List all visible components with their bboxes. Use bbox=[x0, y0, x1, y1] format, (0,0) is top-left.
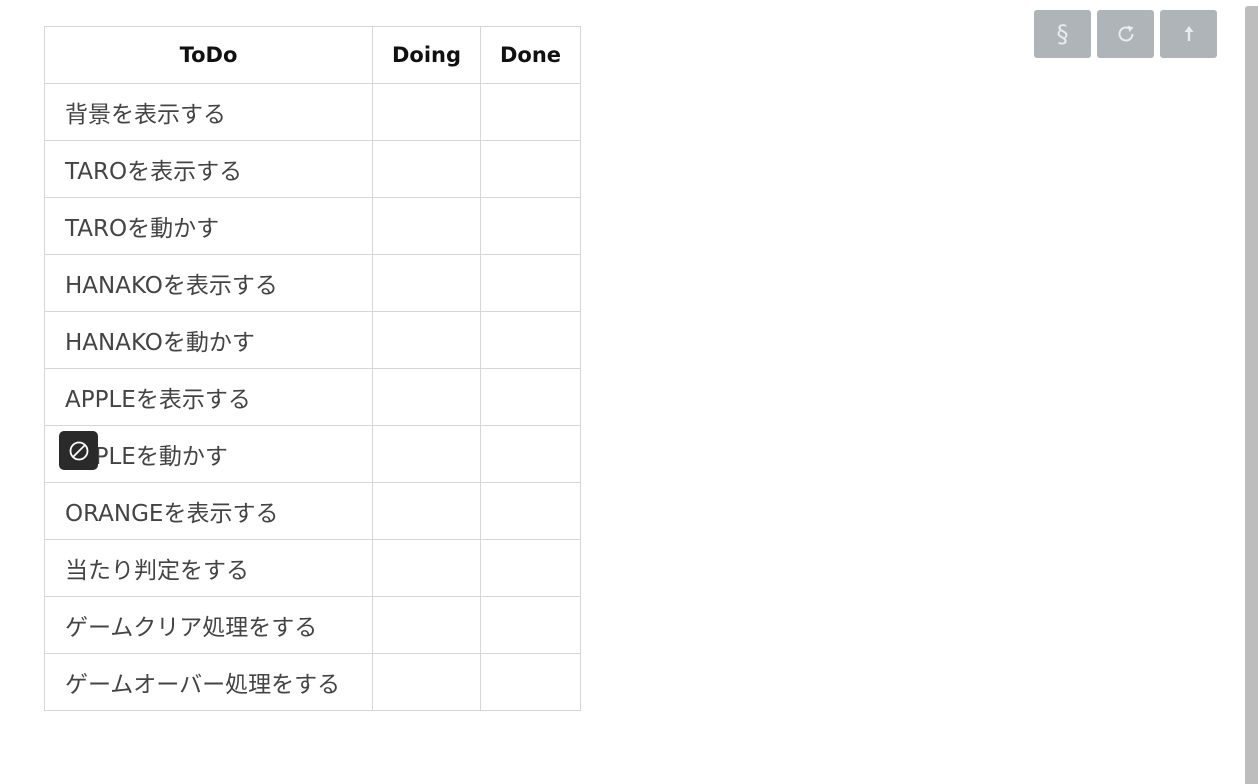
column-header-todo: ToDo bbox=[44, 26, 373, 84]
task-card[interactable]: ゲームクリア処理をする bbox=[44, 596, 373, 654]
done-cell[interactable] bbox=[480, 368, 581, 426]
done-cell[interactable] bbox=[480, 425, 581, 483]
scrollbar[interactable] bbox=[1245, 6, 1258, 784]
doing-cell[interactable] bbox=[372, 311, 481, 369]
refresh-icon bbox=[1118, 25, 1133, 42]
doing-cell[interactable] bbox=[372, 425, 481, 483]
table-row: TAROを表示する bbox=[44, 140, 581, 198]
done-cell[interactable] bbox=[480, 596, 581, 654]
task-card[interactable]: 背景を表示する bbox=[44, 83, 373, 141]
kanban-table: ToDo Doing Done 背景を表示する TAROを表示する TAROを動… bbox=[44, 26, 581, 711]
done-cell[interactable] bbox=[480, 83, 581, 141]
column-header-doing: Doing bbox=[372, 26, 481, 84]
refresh-button[interactable] bbox=[1097, 10, 1154, 58]
doing-cell[interactable] bbox=[372, 254, 481, 312]
task-card[interactable]: TAROを表示する bbox=[44, 140, 373, 198]
table-row: 背景を表示する bbox=[44, 83, 581, 141]
doing-cell[interactable] bbox=[372, 482, 481, 540]
section-icon: § bbox=[1056, 20, 1069, 48]
upload-button[interactable] bbox=[1160, 10, 1217, 58]
no-entry-icon bbox=[59, 431, 98, 470]
task-card[interactable]: HANAKOを表示する bbox=[44, 254, 373, 312]
page: ToDo Doing Done 背景を表示する TAROを表示する TAROを動… bbox=[0, 0, 1258, 784]
done-cell[interactable] bbox=[480, 254, 581, 312]
table-row: APPLEを動かす bbox=[44, 425, 581, 483]
toolbar: § bbox=[1034, 10, 1217, 58]
done-cell[interactable] bbox=[480, 197, 581, 255]
task-card[interactable]: TAROを動かす bbox=[44, 197, 373, 255]
task-card[interactable]: ゲームオーバー処理をする bbox=[44, 653, 373, 711]
table-row: ORANGEを表示する bbox=[44, 482, 581, 540]
done-cell[interactable] bbox=[480, 539, 581, 597]
done-cell[interactable] bbox=[480, 653, 581, 711]
doing-cell[interactable] bbox=[372, 653, 481, 711]
table-row: TAROを動かす bbox=[44, 197, 581, 255]
header-row: ToDo Doing Done bbox=[44, 26, 581, 84]
doing-cell[interactable] bbox=[372, 596, 481, 654]
table-row: ゲームクリア処理をする bbox=[44, 596, 581, 654]
table-row: HANAKOを動かす bbox=[44, 311, 581, 369]
done-cell[interactable] bbox=[480, 311, 581, 369]
task-card[interactable]: HANAKOを動かす bbox=[44, 311, 373, 369]
table-row: 当たり判定をする bbox=[44, 539, 581, 597]
done-cell[interactable] bbox=[480, 482, 581, 540]
task-card[interactable]: APPLEを表示する bbox=[44, 368, 373, 426]
task-card[interactable]: ORANGEを表示する bbox=[44, 482, 373, 540]
section-button[interactable]: § bbox=[1034, 10, 1091, 58]
doing-cell[interactable] bbox=[372, 539, 481, 597]
table-row: ゲームオーバー処理をする bbox=[44, 653, 581, 711]
doing-cell[interactable] bbox=[372, 368, 481, 426]
done-cell[interactable] bbox=[480, 140, 581, 198]
task-card[interactable]: 当たり判定をする bbox=[44, 539, 373, 597]
column-header-done: Done bbox=[480, 26, 581, 84]
doing-cell[interactable] bbox=[372, 83, 481, 141]
upload-icon bbox=[1184, 26, 1193, 41]
table-row: HANAKOを表示する bbox=[44, 254, 581, 312]
doing-cell[interactable] bbox=[372, 140, 481, 198]
doing-cell[interactable] bbox=[372, 197, 481, 255]
table-row: APPLEを表示する bbox=[44, 368, 581, 426]
